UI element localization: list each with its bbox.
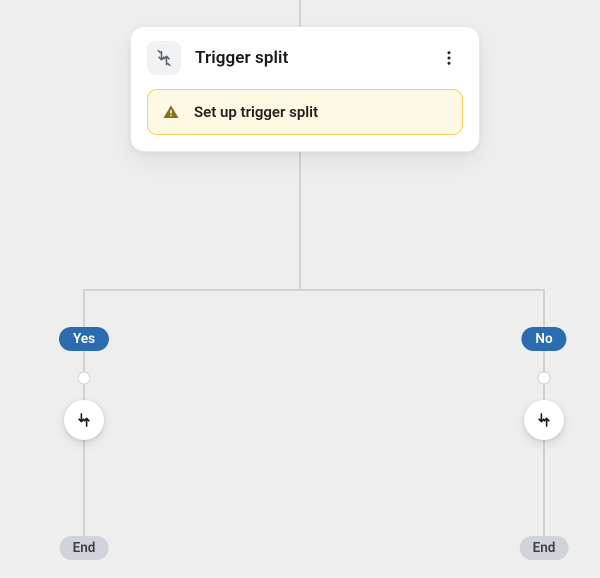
- split-icon: [147, 41, 181, 75]
- warning-icon: [162, 103, 180, 121]
- end-pill-no: End: [520, 536, 569, 560]
- branch-pill-no[interactable]: No: [521, 327, 566, 351]
- connector-top: [299, 0, 301, 26]
- action-node-yes[interactable]: [64, 400, 104, 440]
- card-menu-button[interactable]: [435, 44, 463, 72]
- branch-pill-yes[interactable]: Yes: [59, 327, 109, 351]
- add-node-yes[interactable]: [78, 372, 91, 385]
- setup-alert[interactable]: Set up trigger split: [147, 89, 463, 135]
- end-pill-yes: End: [60, 536, 109, 560]
- connector-mid: [299, 144, 301, 289]
- split-icon: [75, 411, 93, 429]
- card-header: Trigger split: [147, 41, 463, 75]
- trigger-split-card[interactable]: Trigger split Set up trigger split: [130, 26, 480, 152]
- setup-alert-text: Set up trigger split: [194, 103, 318, 121]
- connector-left-1: [83, 289, 85, 327]
- connector-right-1: [543, 289, 545, 327]
- action-node-no[interactable]: [524, 400, 564, 440]
- split-icon: [535, 411, 553, 429]
- kebab-icon: [440, 49, 458, 67]
- connector-branch: [84, 289, 544, 291]
- add-node-no[interactable]: [538, 372, 551, 385]
- card-title: Trigger split: [195, 48, 288, 68]
